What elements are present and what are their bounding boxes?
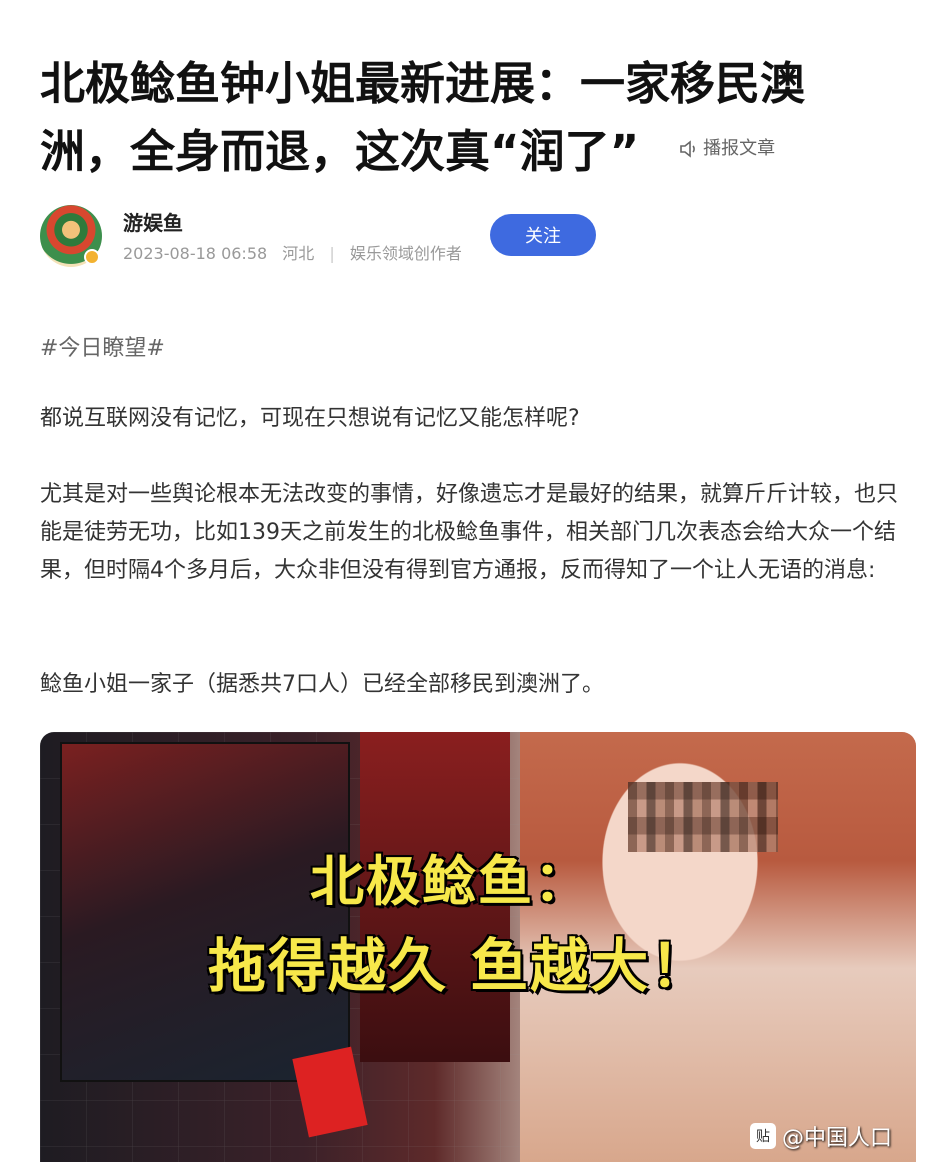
overlay-caption-line-1: 北极鲶鱼： — [310, 850, 590, 913]
title-line-2-text: 洲，全身而退，这次真“润了” — [40, 125, 640, 178]
tieba-icon: 贴 — [750, 1123, 776, 1149]
article-title: 北极鲶鱼钟小姐最新进展：一家移民澳 洲，全身而退，这次真“润了” 播报文章 — [40, 50, 920, 189]
hashtag-link[interactable]: #今日瞭望# — [40, 330, 910, 368]
paragraph-2: 尤其是对一些舆论根本无法改变的事情，好像遗忘才是最好的结果，就算斤斤计较，也只能… — [40, 482, 899, 583]
face-mosaic — [628, 782, 778, 852]
verified-badge-icon — [84, 249, 100, 265]
overlay-caption-line-2: 拖得越久 鱼越大！ — [208, 932, 711, 1000]
publish-location: 河北 — [282, 244, 315, 263]
read-article-label: 播报文章 — [703, 138, 776, 159]
image-watermark: 贴 @中国人口 — [750, 1120, 892, 1152]
title-line-2: 洲，全身而退，这次真“润了” 播报文章 — [40, 118, 920, 189]
author-row: 游娱鱼 2023-08-18 06:58 河北 | 娱乐领域创作者 关注 — [40, 205, 920, 269]
author-name[interactable]: 游娱鱼 — [123, 207, 183, 236]
paragraph-1: 都说互联网没有记忆，可现在只想说有记忆又能怎样呢? — [40, 406, 580, 431]
follow-button[interactable]: 关注 — [490, 214, 596, 256]
read-article-button[interactable]: 播报文章 — [679, 115, 775, 183]
meta-divider: | — [329, 244, 335, 263]
article-image[interactable]: 北极鲶鱼： 拖得越久 鱼越大！ 贴 @中国人口 — [40, 732, 916, 1162]
poster-left — [60, 742, 350, 1082]
watermark-text: @中国人口 — [782, 1126, 893, 1151]
author-role: 娱乐领域创作者 — [349, 244, 462, 263]
publish-datetime: 2023-08-18 06:58 — [123, 244, 268, 263]
title-line-1: 北极鲶鱼钟小姐最新进展：一家移民澳 — [40, 57, 806, 110]
paragraph-3: 鲶鱼小姐一家子（据悉共7口人）已经全部移民到澳洲了。 — [40, 672, 604, 697]
author-meta: 2023-08-18 06:58 河北 | 娱乐领域创作者 — [123, 240, 472, 264]
speaker-icon — [680, 140, 696, 158]
